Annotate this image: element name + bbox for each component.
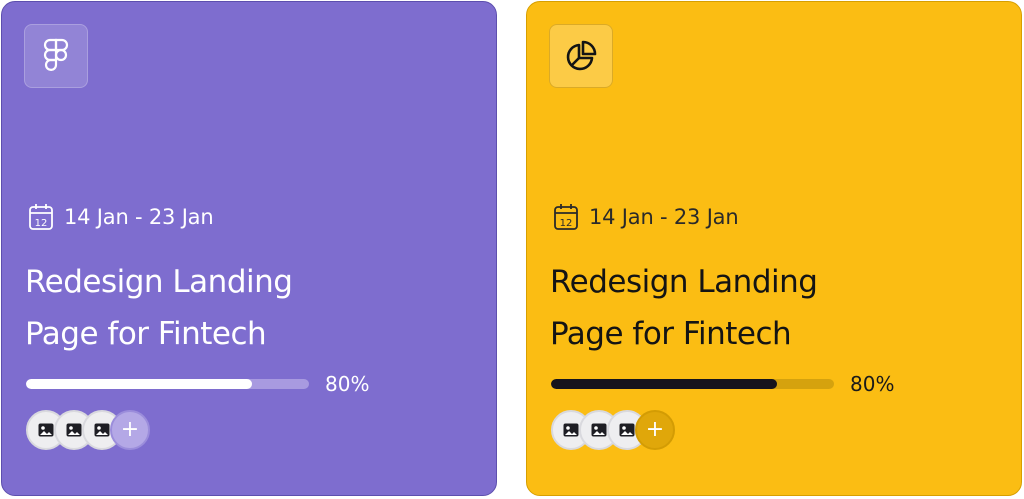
card-title-line: Page for Fintech: [550, 316, 792, 352]
progress-fill: [26, 379, 253, 389]
add-member-button[interactable]: +: [635, 410, 675, 450]
project-card[interactable]: 12 14 Jan - 23 Jan Redesign Landing Page…: [1, 1, 497, 496]
image-placeholder-icon: [38, 423, 54, 437]
date-range-text: 14 Jan - 23 Jan: [589, 205, 739, 229]
add-member-button[interactable]: +: [110, 410, 150, 450]
date-range: 12 14 Jan - 23 Jan: [553, 202, 739, 232]
calendar-icon: 12: [553, 203, 579, 231]
card-title: Redesign Landing Page for Fintech: [25, 256, 465, 360]
progress: 80%: [26, 372, 369, 396]
project-card[interactable]: 12 14 Jan - 23 Jan Redesign Landing Page…: [526, 1, 1022, 496]
progress-label: 80%: [850, 372, 895, 396]
figma-icon: [24, 24, 88, 88]
image-placeholder-icon: [619, 423, 635, 437]
progress-bar: [26, 379, 309, 389]
calendar-icon: 12: [28, 203, 54, 231]
image-placeholder-icon: [591, 423, 607, 437]
plus-icon: +: [645, 417, 665, 442]
progress-fill: [551, 379, 778, 389]
date-range: 12 14 Jan - 23 Jan: [28, 202, 214, 232]
card-title-line: Redesign Landing: [550, 264, 818, 300]
date-range-text: 14 Jan - 23 Jan: [64, 205, 214, 229]
card-title-line: Page for Fintech: [25, 316, 267, 352]
image-placeholder-icon: [94, 423, 110, 437]
progress-bar: [551, 379, 834, 389]
image-placeholder-icon: [66, 423, 82, 437]
image-placeholder-icon: [563, 423, 579, 437]
card-title: Redesign Landing Page for Fintech: [550, 256, 990, 360]
progress-label: 80%: [325, 372, 370, 396]
progress: 80%: [551, 372, 894, 396]
svg-text:12: 12: [35, 218, 48, 229]
pie-chart-icon: [549, 24, 613, 88]
plus-icon: +: [120, 417, 140, 442]
card-title-line: Redesign Landing: [25, 264, 293, 300]
svg-text:12: 12: [560, 218, 573, 229]
